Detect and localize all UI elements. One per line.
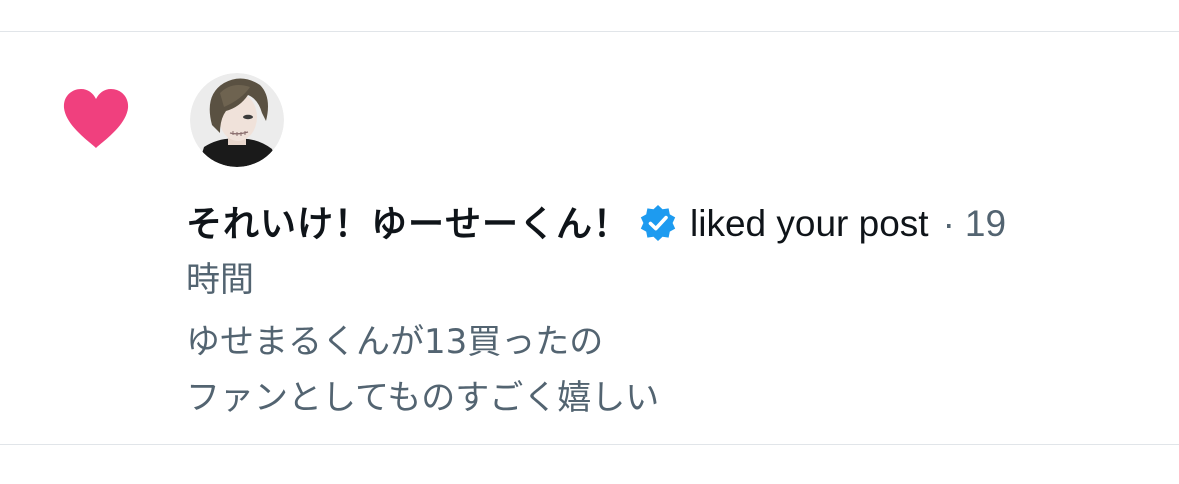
action-text: liked your post — [690, 203, 929, 244]
user-display-name[interactable]: それいけ！ゆーせーくん！ — [186, 204, 630, 245]
post-text-line: ゆせまるくんが13買ったの — [186, 322, 604, 362]
notification-header: それいけ！ゆーせーくん！ liked your post · 19 — [186, 196, 1156, 252]
timestamp-unit: 時間 — [186, 260, 254, 300]
timestamp-value: 19 — [964, 203, 1007, 244]
avatar[interactable] — [190, 73, 284, 167]
post-text-line: ファンとしてものすごく嬉しい — [186, 378, 660, 418]
heart-icon — [62, 88, 130, 150]
verified-badge-icon — [638, 203, 678, 243]
bottom-divider — [0, 444, 1179, 445]
liked-post-preview[interactable]: ゆせまるくんが13買ったの ファンとしてものすごく嬉しい — [186, 314, 1146, 426]
dot-separator: · — [942, 203, 955, 244]
